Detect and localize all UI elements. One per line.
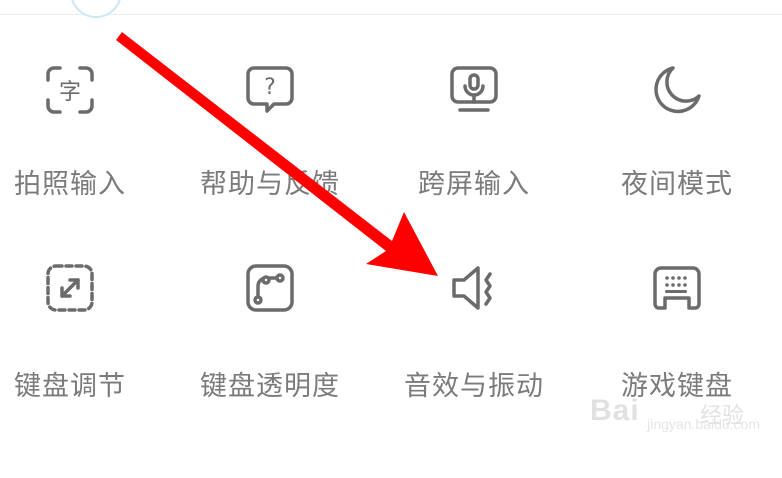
tile-label: 键盘透明度 bbox=[200, 371, 340, 402]
tile-label: 帮助与反馈 bbox=[200, 169, 340, 200]
cross-screen-input-icon bbox=[442, 58, 506, 122]
watermark-url: jingyan.baidu.com bbox=[647, 416, 760, 432]
sound-vibration-icon bbox=[442, 256, 506, 320]
tile-photo-input[interactable]: 字 拍照输入 bbox=[0, 16, 170, 200]
tile-night-mode[interactable]: 夜间模式 bbox=[577, 16, 777, 200]
tile-label: 音效与振动 bbox=[404, 371, 544, 402]
svg-text:字: 字 bbox=[59, 80, 81, 105]
baidu-watermark: Bai 经验 jingyan.baidu.com bbox=[590, 394, 760, 442]
tile-label: 跨屏输入 bbox=[418, 169, 530, 200]
tile-label: 键盘调节 bbox=[14, 371, 126, 402]
keyboard-transparency-icon bbox=[238, 256, 302, 320]
top-strip bbox=[0, 0, 782, 18]
help-feedback-icon: ? bbox=[238, 58, 302, 122]
game-keyboard-icon bbox=[645, 256, 709, 320]
tile-cross-screen-input[interactable]: 跨屏输入 bbox=[374, 16, 574, 200]
camera-text-icon: 字 bbox=[38, 58, 102, 122]
tile-keyboard-transparency[interactable]: 键盘透明度 bbox=[170, 216, 370, 402]
tile-help-feedback[interactable]: ? 帮助与反馈 bbox=[170, 16, 370, 200]
svg-text:?: ? bbox=[264, 75, 276, 100]
moon-icon bbox=[645, 58, 709, 122]
tile-sound-vibration[interactable]: 音效与振动 bbox=[374, 216, 574, 402]
tile-game-keyboard[interactable]: 游戏键盘 bbox=[577, 216, 777, 402]
watermark-brand: Bai bbox=[590, 394, 640, 427]
tile-keyboard-adjust[interactable]: 键盘调节 bbox=[0, 216, 170, 402]
tile-label: 夜间模式 bbox=[621, 169, 733, 200]
tile-label: 拍照输入 bbox=[14, 169, 126, 200]
keyboard-resize-icon bbox=[38, 256, 102, 320]
